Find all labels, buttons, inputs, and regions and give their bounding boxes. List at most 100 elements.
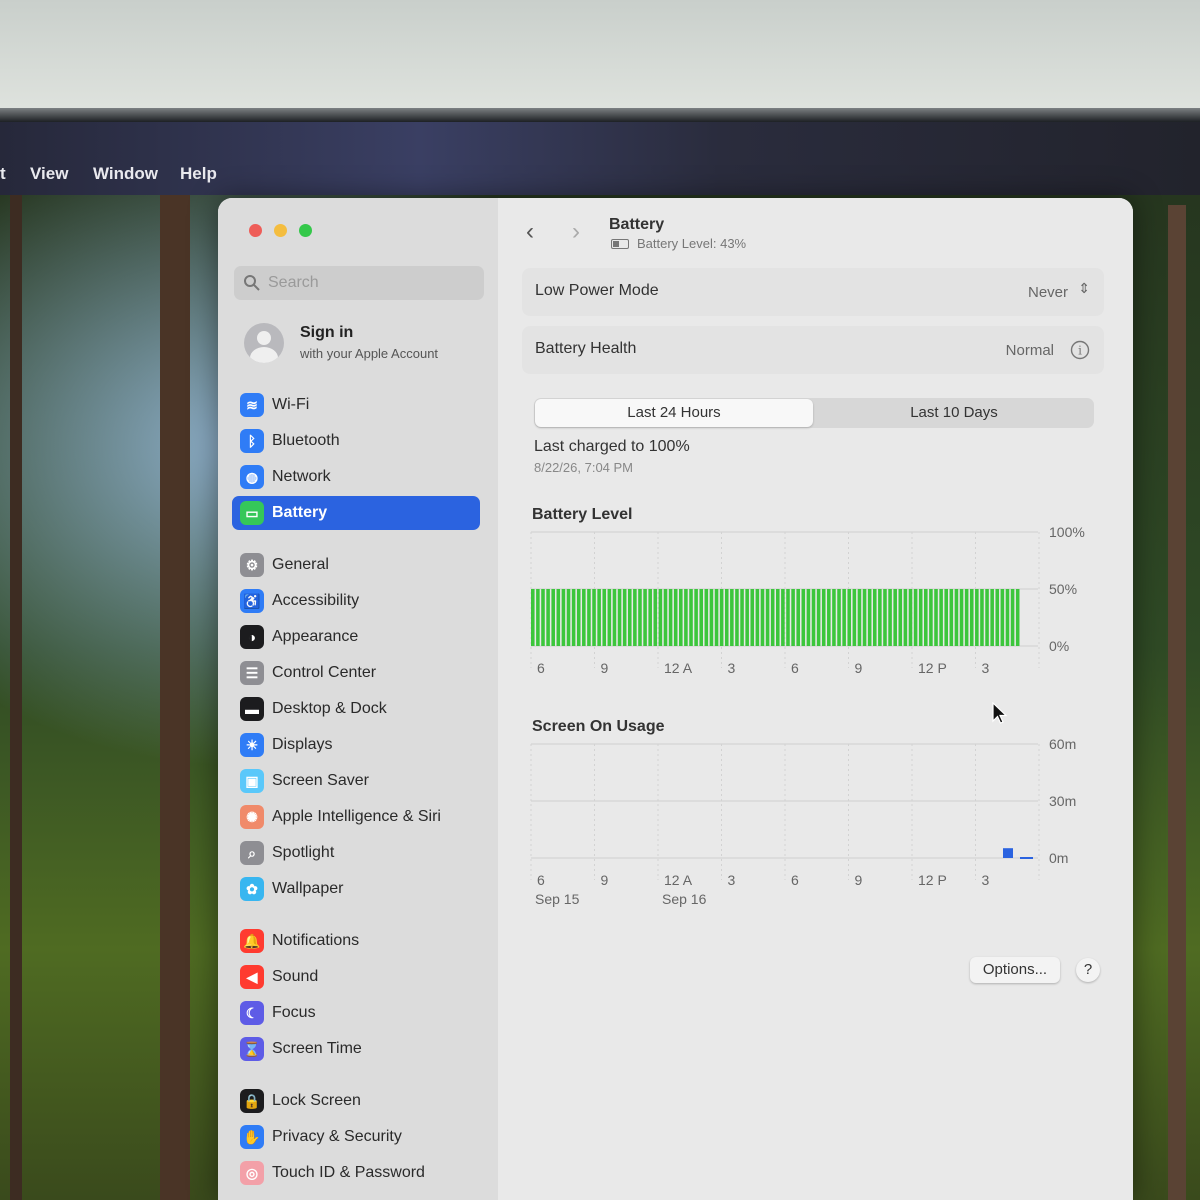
hand-icon: ✋ [240,1125,264,1149]
battery-level-bar [827,589,831,646]
sidebar-item-sound[interactable]: ◀ Sound [232,960,480,994]
battery-level-bar [816,589,821,646]
moon-icon: ☾ [240,1001,264,1025]
sidebar-item-displays[interactable]: ☀ Displays [232,728,480,762]
battery-level-bar [541,589,545,646]
sidebar-item-wallpaper[interactable]: ✿ Wallpaper [232,872,480,906]
sidebar-item-notifications[interactable]: 🔔 Notifications [232,924,480,958]
battery-level-bar [607,589,612,646]
sidebar-item-spotlight[interactable]: ⌕ Spotlight [232,836,480,870]
battery-level-bar [801,589,806,646]
battery-level-bar [791,589,795,646]
sidebar-item-privacy-security[interactable]: ✋ Privacy & Security [232,1120,480,1154]
battery-level-bar [964,589,969,646]
y-tick-label: 50% [1049,581,1077,597]
sidebar-item-label: Wallpaper [272,880,344,897]
battery-charts: 100% 50% 0% 6 9 12 A 3 6 9 12 P 3 60m 30m 0m 6 9 12 A 3 6 9… [530,524,1085,907]
menu-item-view[interactable]: View [30,164,68,184]
battery-level-bar [612,589,617,646]
y-tick-label: 30m [1049,793,1076,809]
wallpaper-icon: ✿ [240,877,264,901]
close-button[interactable] [249,224,262,237]
wifi-icon: ≋ [240,393,264,417]
search-icon [244,275,260,291]
search-field[interactable]: Search [234,266,484,300]
sidebar-item-control-center[interactable]: ☰ Control Center [232,656,480,690]
menu-item-help[interactable]: Help [180,164,217,184]
sidebar-item-desktop-dock[interactable]: ▬ Desktop & Dock [232,692,480,726]
battery-level-bar [918,589,923,646]
avatar [244,323,284,363]
battery-level-bar [852,589,857,646]
siri-icon: ✺ [240,805,264,829]
monitor-bezel-top [0,0,1200,112]
sidebar-item-label: Apple Intelligence & Siri [272,808,441,825]
x-tick-label: 9 [855,660,863,676]
spotlight-icon: ⌕ [240,841,264,865]
globe-icon: ◍ [240,465,264,489]
battery-level-bar [566,589,571,646]
sidebar-item-label: Wi-Fi [272,396,310,413]
sidebar-item-lock-screen[interactable]: 🔒 Lock Screen [232,1084,480,1118]
battery-level-bar [924,589,928,646]
minimize-button[interactable] [274,224,287,237]
sidebar-item-general[interactable]: ⚙ General [232,548,480,582]
sidebar-item-wi-fi[interactable]: ≋ Wi-Fi [232,388,480,422]
x-tick-label: 12 P [918,660,947,676]
battery-level-bar [638,589,642,646]
battery-level-bar [985,589,989,646]
y-tick-label: 0m [1049,850,1068,866]
sidebar-item-label: Accessibility [272,592,360,609]
battery-level-bar [867,589,872,646]
sidebar-item-screen-saver[interactable]: ▣ Screen Saver [232,764,480,798]
menu-item-window[interactable]: Window [93,164,158,184]
battery-level-bar [883,589,887,646]
sidebar-item-label: Displays [272,736,333,753]
battery-level-bar [990,589,994,646]
x-tick-label: 6 [537,660,545,676]
battery-level-bar [699,589,704,646]
battery-level-bar [709,589,714,646]
mouse-cursor [992,702,1008,724]
battery-level-bar [1005,589,1010,646]
battery-level-bar [939,589,943,646]
help-button[interactable]: ? [1076,958,1100,982]
zoom-button[interactable] [299,224,312,237]
battery-level-bar [551,589,555,646]
sidebar-item-label: Battery [272,504,328,521]
sidebar-item-touch-id-password[interactable]: ◎ Touch ID & Password [232,1156,480,1190]
battery-level-bar [842,589,846,646]
sidebar-item-bluetooth[interactable]: ᛒ Bluetooth [232,424,480,458]
battery-level-bar [582,589,586,646]
sidebar-item-screen-time[interactable]: ⌛ Screen Time [232,1032,480,1066]
search-placeholder: Search [268,274,319,291]
dock-icon: ▬ [240,697,264,721]
battery-level-bar [673,589,678,646]
battery-level-bar [689,589,693,646]
sidebar-item-focus[interactable]: ☾ Focus [232,996,480,1030]
battery-pane: ‹ › Battery Battery Level: 43% Low Power… [498,198,1133,1200]
screen-usage-bar [1003,848,1013,858]
sidebar-item-label: Touch ID & Password [272,1164,425,1181]
account-title: Sign in [300,324,354,341]
sidebar-item-battery[interactable]: ▭ Battery [232,496,480,530]
sidebar-item-label: Sound [272,968,319,985]
battery-level-bar [546,589,550,646]
battery-level-bar [536,589,540,646]
sidebar-item-apple-intelligence-siri[interactable]: ✺ Apple Intelligence & Siri [232,800,480,834]
battery-level-bar [786,589,790,646]
sidebar-item-network[interactable]: ◍ Network [232,460,480,494]
battery-level-bar [745,589,749,646]
menu-bar: t View Window Help [0,122,1200,195]
menu-item-partial[interactable]: t [0,164,6,184]
sidebar-item-appearance[interactable]: ◑ Appearance [232,620,480,654]
options-button[interactable]: Options... [970,957,1060,983]
date-label: Sep 15 [535,891,580,907]
battery-level-bar [658,589,663,646]
sidebar-item-accessibility[interactable]: ♿ Accessibility [232,584,480,618]
sidebar-item-label: Privacy & Security [272,1128,402,1145]
sidebar-item-label: Network [272,468,331,485]
account-subtitle: with your Apple Account [300,346,439,361]
hourglass-icon: ⌛ [240,1037,264,1061]
battery-level-bar [1015,589,1020,646]
